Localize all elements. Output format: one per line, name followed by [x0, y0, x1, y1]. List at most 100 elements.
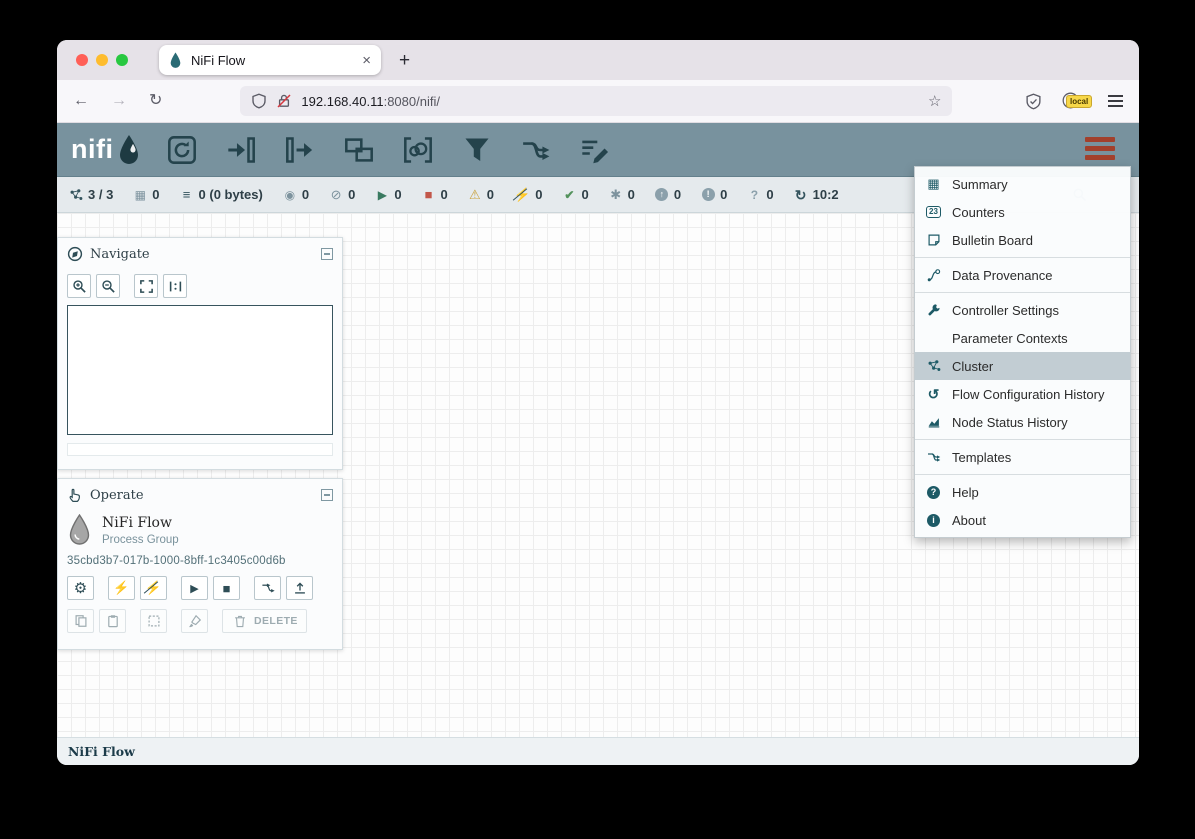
menu-item-node-status-history[interactable]: Node Status History [915, 408, 1130, 436]
menu-item-summary[interactable]: ▦Summary [915, 170, 1130, 198]
minimize-window-button[interactable] [96, 54, 108, 66]
navigate-tools [58, 270, 342, 298]
reload-button[interactable]: ↻ [149, 93, 162, 109]
processor-toolbar-item[interactable] [167, 135, 197, 165]
zoom-actual-size-button[interactable] [163, 274, 187, 298]
menu-item-label: Controller Settings [952, 303, 1059, 318]
menu-divider [915, 474, 1130, 475]
browser-menu-button[interactable] [1108, 95, 1123, 107]
funnel-toolbar-item[interactable] [462, 135, 492, 165]
profile-chip[interactable]: local [1062, 92, 1088, 110]
operate-component-type: Process Group [102, 534, 179, 546]
not-transmitting-count: ⊘0 [329, 187, 355, 202]
menu-item-templates[interactable]: Templates [915, 443, 1130, 471]
menu-item-label: Summary [952, 177, 1008, 192]
paste-button[interactable] [99, 609, 126, 633]
menu-item-help[interactable]: ?Help [915, 478, 1130, 506]
operate-component-id: 35cbd3b7-017b-1000-8bff-1c3405c00d6b [67, 555, 333, 567]
queued-icon: ≡ [180, 187, 194, 202]
start-button[interactable]: ▶ [181, 576, 208, 600]
process-group-drop-icon [67, 514, 92, 546]
menu-item-counters[interactable]: 23Counters [915, 198, 1130, 226]
active-threads-count-value: 0 [152, 187, 159, 202]
flow-history-icon: ↺ [925, 386, 942, 402]
configuration-button[interactable]: ⚙ [67, 576, 94, 600]
last-refresh-time: ↻10:2 [794, 187, 839, 202]
menu-item-flow-configuration-history[interactable]: ↺ Flow Configuration History [915, 380, 1130, 408]
tracking-protection-shield-icon[interactable] [251, 93, 267, 109]
close-window-button[interactable] [76, 54, 88, 66]
bookmark-star-icon[interactable]: ☆ [928, 92, 941, 110]
collapse-operate-button[interactable] [321, 489, 333, 501]
url-host: 192.168.40.11 [301, 94, 383, 109]
locally-modified-icon: ✱ [609, 187, 623, 202]
stop-button[interactable]: ■ [213, 576, 240, 600]
stale-count-value: 0 [674, 187, 681, 202]
invalid-count: ⚠0 [468, 187, 494, 202]
refresh-icon: ↻ [794, 187, 808, 202]
browser-window: NiFi Flow × + ← → ↻ 192.168.40.11:8080/n… [57, 40, 1139, 765]
delete-button[interactable]: DELETE [222, 609, 307, 633]
nifi-favicon-icon [169, 52, 182, 69]
disabled-lightning-icon: ⚡ [514, 187, 530, 202]
remote-process-group-toolbar-item[interactable] [403, 135, 433, 165]
disable-button[interactable]: ⚡ [140, 576, 167, 600]
forward-button[interactable]: → [111, 93, 127, 109]
zoom-fit-button[interactable] [134, 274, 158, 298]
operate-palette: Operate NiFi Flow Process Group 35cbd3b7… [57, 478, 343, 650]
stale-count: ↑0 [655, 187, 681, 202]
menu-item-label: Flow Configuration History [952, 387, 1104, 402]
menu-item-data-provenance[interactable]: Data Provenance [915, 261, 1130, 289]
label-toolbar-item[interactable] [580, 135, 610, 165]
browser-tab[interactable]: NiFi Flow × [159, 45, 381, 75]
menu-item-controller-settings[interactable]: Controller Settings [915, 296, 1130, 324]
zoom-window-button[interactable] [116, 54, 128, 66]
menu-item-cluster[interactable]: Cluster [915, 352, 1130, 380]
protections-badge-icon[interactable] [1025, 93, 1042, 110]
create-template-button[interactable] [254, 576, 281, 600]
output-port-toolbar-item[interactable] [285, 135, 315, 165]
global-menu: ▦Summary23CountersBulletin Board Data Pro… [914, 166, 1131, 538]
global-menu-button[interactable] [1085, 137, 1115, 160]
stopped-count-value: 0 [441, 187, 448, 202]
delete-button-label: DELETE [254, 615, 298, 627]
cluster-icon [925, 358, 942, 374]
collapse-navigate-button[interactable] [321, 248, 333, 260]
status-items: 3 / 3▦0≡0 (0 bytes)◉0⊘0▶0■0⚠0⚡0✔0✱0↑0!0?… [69, 187, 839, 202]
insecure-lock-icon[interactable] [276, 93, 292, 109]
upload-template-button[interactable] [286, 576, 313, 600]
nifi-logo: nifi [71, 134, 141, 166]
change-color-button[interactable] [181, 609, 208, 633]
menu-item-bulletin-board[interactable]: Bulletin Board [915, 226, 1130, 254]
zoom-in-button[interactable] [67, 274, 91, 298]
birdseye-strip [67, 443, 333, 456]
tab-close-icon[interactable]: × [362, 53, 371, 68]
up-to-date-count: ✔0 [562, 187, 588, 202]
locally-modified-stale-count: !0 [701, 187, 727, 202]
zoom-out-button[interactable] [96, 274, 120, 298]
breadcrumb[interactable]: NiFi Flow [68, 744, 135, 759]
url-path: :8080/nifi/ [384, 94, 440, 109]
running-icon: ▶ [375, 187, 389, 202]
enable-button[interactable]: ⚡ [108, 576, 135, 600]
birdseye-minimap[interactable] [67, 305, 333, 435]
copy-button[interactable] [67, 609, 94, 633]
templates-icon [925, 449, 942, 465]
process-group-toolbar-item[interactable] [344, 135, 374, 165]
template-toolbar-item[interactable] [521, 135, 551, 165]
transmitting-icon: ◉ [283, 187, 297, 202]
input-port-toolbar-item[interactable] [226, 135, 256, 165]
sync-failure-icon: ? [747, 187, 761, 202]
group-button[interactable] [140, 609, 167, 633]
navigate-title: Navigate [90, 247, 314, 262]
running-count: ▶0 [375, 187, 401, 202]
menu-item-label: About [952, 513, 986, 528]
operate-title: Operate [90, 488, 314, 503]
new-tab-button[interactable]: + [399, 51, 410, 70]
back-button[interactable]: ← [73, 93, 89, 109]
menu-item-parameter-contexts[interactable]: Parameter Contexts [915, 324, 1130, 352]
locally-modified-count: ✱0 [609, 187, 635, 202]
controller-settings-icon [925, 302, 942, 318]
menu-item-about[interactable]: iAbout [915, 506, 1130, 534]
url-bar[interactable]: 192.168.40.11:8080/nifi/ ☆ [240, 86, 952, 116]
